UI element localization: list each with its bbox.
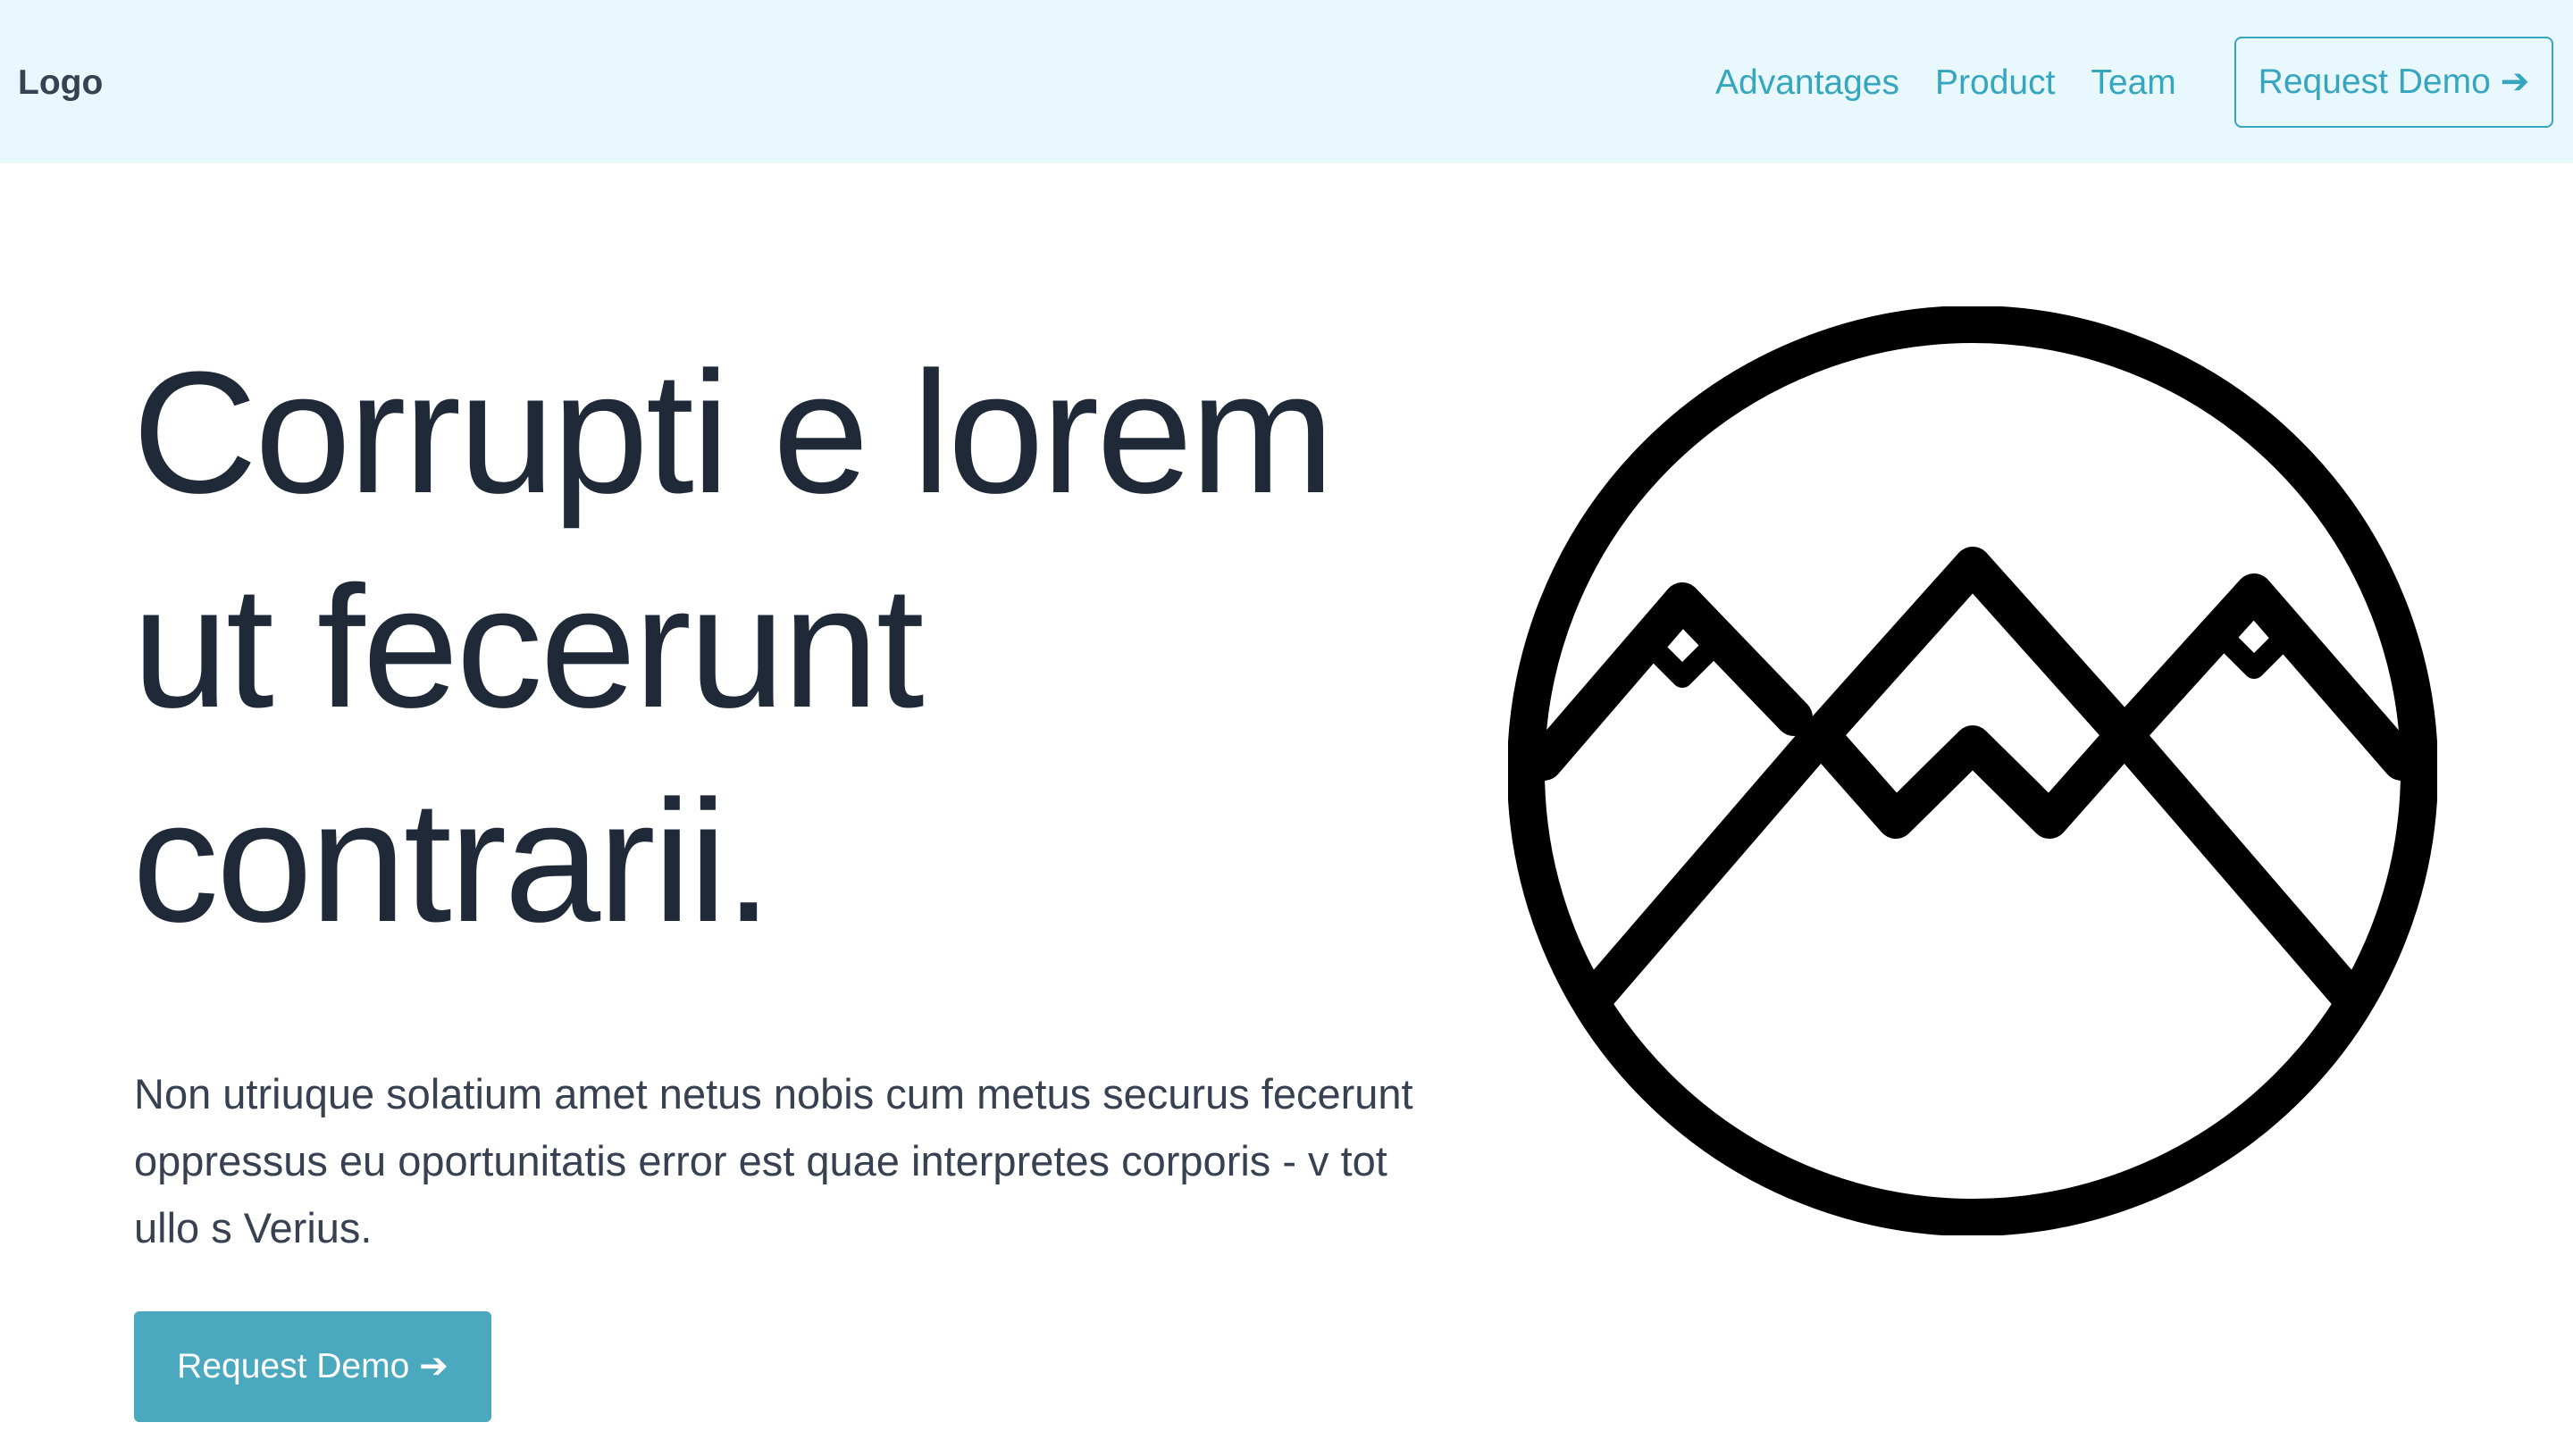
hero-title-line-1: Corrupti e lorem: [132, 336, 1335, 530]
hero-request-demo-button[interactable]: Request Demo ➔: [134, 1311, 491, 1422]
hero-description: Non utriuque solatium amet netus nobis c…: [134, 1070, 1413, 1251]
top-navigation: Logo Advantages Product Team Request Dem…: [0, 0, 2573, 163]
logo[interactable]: Logo: [18, 63, 103, 104]
nav-link-team[interactable]: Team: [2091, 63, 2175, 104]
nav-links: Advantages Product Team: [1715, 63, 2212, 104]
nav-request-demo-button[interactable]: Request Demo ➔: [2234, 37, 2553, 128]
mountain-landscape-icon: [1508, 306, 2437, 1235]
nav-link-product[interactable]: Product: [1935, 63, 2055, 104]
hero-title-line-2: ut fecerunt: [132, 550, 925, 744]
hero-title: Corrupti e lorem ut fecerunt contrarii.: [132, 326, 1472, 969]
nav-link-advantages[interactable]: Advantages: [1715, 63, 1899, 104]
hero-title-line-3: contrarii.: [132, 765, 773, 958]
